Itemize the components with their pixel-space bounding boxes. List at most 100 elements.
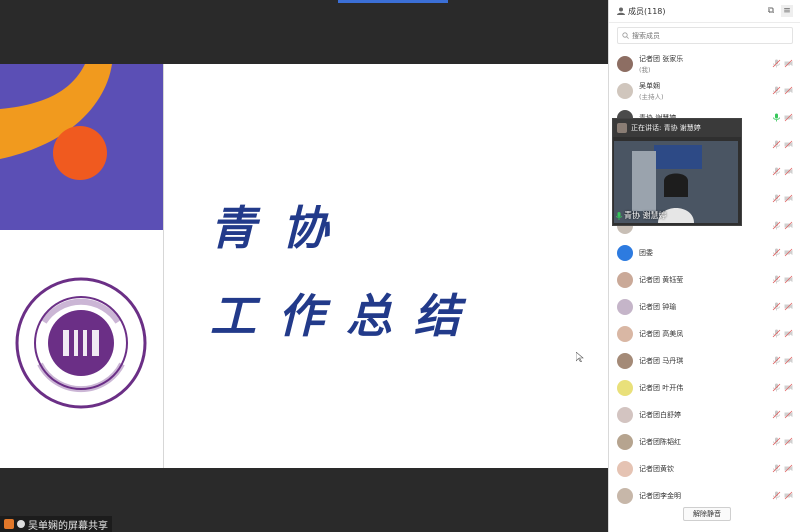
member-meta: 记者团 高美凤 [639,329,769,339]
member-meta: 记者团白舒婷 [639,410,769,420]
avatar [617,406,633,423]
camera-off-icon[interactable] [784,464,793,473]
slide-decoration-block [0,64,163,230]
member-name: 记者团白舒婷 [639,410,681,419]
decoration-shapes [0,64,112,180]
member-meta: 记者团 张家乐 (我) [639,54,769,74]
member-row[interactable]: 记者团 钟瑜 [609,293,800,320]
avatar-mini-icon [17,520,25,528]
speaker-popup-bar: 正在讲话: 青协 谢慧婷 [613,119,741,137]
mic-muted-icon[interactable] [772,248,781,257]
mic-muted-icon[interactable] [772,356,781,365]
shared-slide: 青协 工作总结 [0,64,608,468]
member-row[interactable]: 吴单娴 (主持人) [609,77,800,104]
avatar [617,55,633,72]
member-meta: 团委 [639,248,769,258]
member-row[interactable]: 记者团李金明 [609,482,800,506]
camera-off-icon[interactable] [784,248,793,257]
mic-muted-icon[interactable] [772,221,781,230]
slide-left-panel [0,64,164,468]
member-meta: 记者团 叶开伟 [639,383,769,393]
camera-off-icon[interactable] [784,437,793,446]
mic-muted-icon[interactable] [772,464,781,473]
camera-off-icon[interactable] [784,302,793,311]
mic-muted-icon[interactable] [772,275,781,284]
speaker-avatar [617,123,627,133]
camera-off-icon[interactable] [784,356,793,365]
top-accent-bar [338,0,448,3]
avatar [617,298,633,315]
speaker-video-label: 青协 谢慧婷 [616,210,667,221]
member-name: 记者团李金明 [639,491,681,500]
camera-off-icon[interactable] [784,167,793,176]
member-row[interactable]: 记者团 张家乐 (我) [609,50,800,77]
mic-muted-icon[interactable] [772,302,781,311]
member-meta: 记者团 黄钰莹 [639,275,769,285]
mic-muted-icon[interactable] [772,329,781,338]
member-search[interactable] [617,27,793,44]
menu-icon[interactable]: ≡ [781,5,793,17]
member-row[interactable]: 记者团黄钦 [609,455,800,482]
avatar [617,460,633,477]
search-input[interactable] [632,31,788,40]
member-panel-title: 成员(118) [628,6,666,16]
share-host-icon [4,519,14,529]
camera-off-icon[interactable] [784,140,793,149]
speaker-popup-title: 正在讲话: 青协 谢慧婷 [631,124,701,132]
member-name: 吴单娴 [639,81,660,90]
popout-icon[interactable]: ⧉ [765,5,777,17]
mic-muted-icon[interactable] [772,491,781,500]
camera-off-icon[interactable] [784,113,793,122]
screen-share-label: 吴单娴的屏幕共享 [28,520,108,532]
mic-muted-icon[interactable] [772,194,781,203]
mic-muted-icon[interactable] [772,167,781,176]
unmute-all-button[interactable]: 解除静音 [683,507,731,521]
camera-off-icon[interactable] [784,491,793,500]
camera-off-icon[interactable] [784,275,793,284]
member-name: 记者团 张家乐 [639,54,684,63]
member-row[interactable]: 记者团 高美凤 [609,320,800,347]
avatar [617,244,633,261]
camera-off-icon[interactable] [784,59,793,68]
member-row[interactable]: 记者团白舒婷 [609,401,800,428]
avatar [617,487,633,504]
member-row[interactable]: 记者团陈韬红 [609,428,800,455]
member-row[interactable]: 记者团 黄钰莹 [609,266,800,293]
member-role: (我) [639,65,651,74]
member-name: 记者团 马丹琪 [639,356,684,365]
member-role: (主持人) [639,92,664,101]
mic-muted-icon[interactable] [772,410,781,419]
member-meta: 记者团李金明 [639,491,769,501]
search-icon [622,32,629,39]
mic-active-icon[interactable] [772,113,781,122]
avatar [617,271,633,288]
active-speaker-popup[interactable]: 正在讲话: 青协 谢慧婷 青协 谢慧婷 [612,118,742,226]
member-name: 记者团陈韬红 [639,437,681,446]
member-panel-header: 成员(118) ⧉ ≡ [609,0,800,23]
mic-muted-icon[interactable] [772,140,781,149]
mic-muted-icon[interactable] [772,383,781,392]
camera-off-icon[interactable] [784,221,793,230]
camera-off-icon[interactable] [784,194,793,203]
mic-muted-icon[interactable] [772,437,781,446]
member-panel: 成员(118) ⧉ ≡ 记者团 张家乐(我)吴单娴(主持人)青协 谢慧婷团委记者… [608,0,800,532]
slide-title-line2: 工作总结 [210,289,482,343]
member-row[interactable]: 团委 [609,239,800,266]
mic-muted-icon[interactable] [772,59,781,68]
avatar [617,82,633,99]
member-meta: 记者团陈韬红 [639,437,769,447]
meeting-stage: 青协 工作总结 吴单娴的屏幕共享 [0,0,608,532]
member-row[interactable]: 记者团 马丹琪 [609,347,800,374]
member-name: 团委 [639,248,653,257]
member-row[interactable]: 记者团 叶开伟 [609,374,800,401]
person-icon [617,7,625,15]
member-name: 记者团 高美凤 [639,329,684,338]
mic-muted-icon[interactable] [772,86,781,95]
camera-off-icon[interactable] [784,329,793,338]
school-logo [14,276,148,410]
camera-off-icon[interactable] [784,383,793,392]
mic-active-icon [616,211,622,220]
camera-off-icon[interactable] [784,86,793,95]
speaker-video-name: 青协 谢慧婷 [624,211,667,220]
camera-off-icon[interactable] [784,410,793,419]
